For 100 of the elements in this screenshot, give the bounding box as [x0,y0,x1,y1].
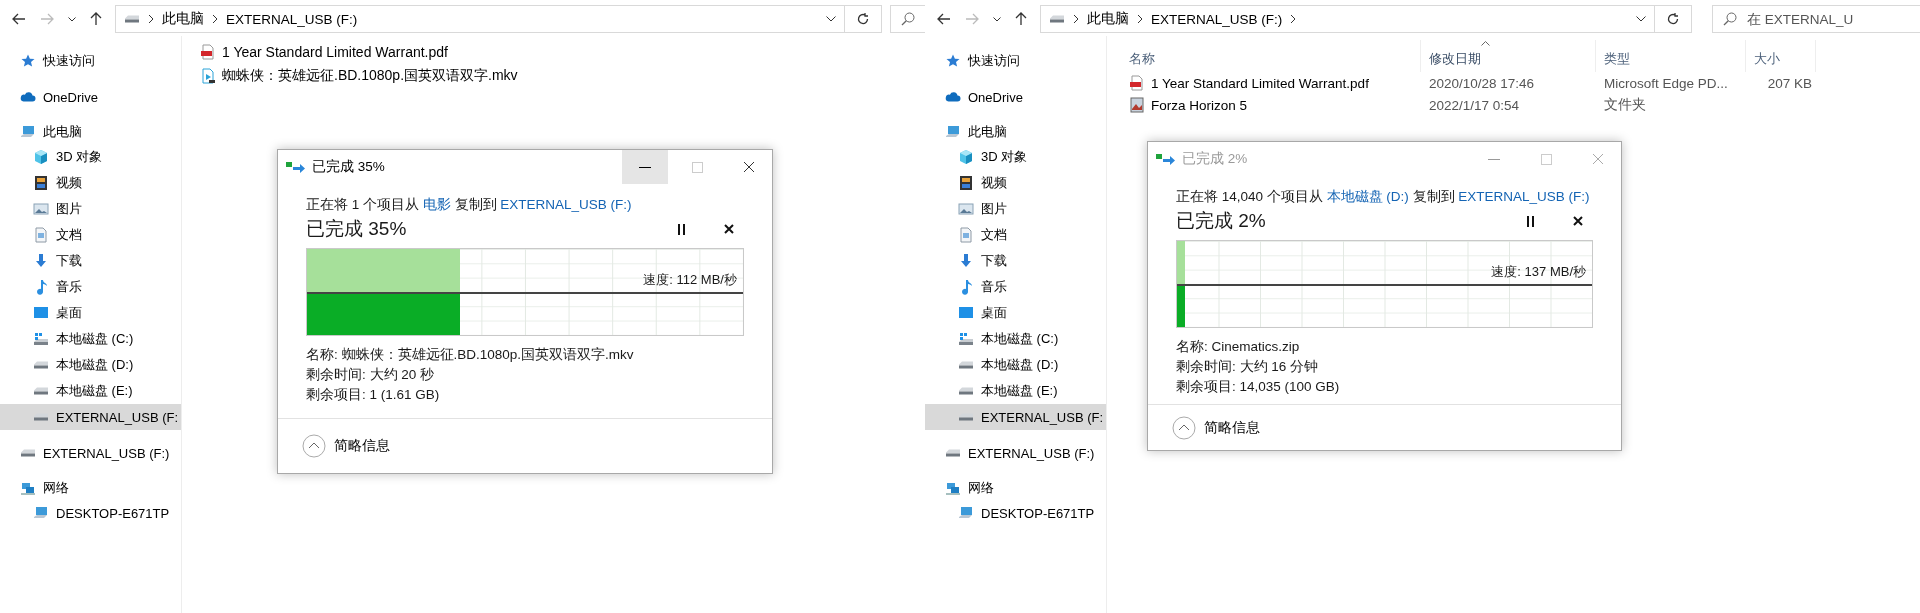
dialog-title: 已完成 35% [312,158,386,176]
sidebar-item[interactable]: DESKTOP-E671TP [0,500,181,526]
sidebar-item[interactable]: EXTERNAL_USB (F:) [925,439,1106,465]
chevron-down-icon[interactable] [993,16,1001,22]
sidebar-item[interactable]: 本地磁盘 (C:) [925,326,1106,352]
close-icon [1592,153,1604,165]
sidebar-item[interactable]: 下载 [0,248,181,274]
sidebar-item[interactable]: 音乐 [925,274,1106,300]
desktop-icon [958,305,974,321]
sidebar-item[interactable]: 本地磁盘 (D:) [925,352,1106,378]
sidebar-item[interactable]: 文档 [0,222,181,248]
address-bar[interactable]: 此电脑 EXTERNAL_USB (F:) [115,5,845,33]
location-link[interactable]: 本地磁盘 (D:) [1326,189,1409,204]
sidebar-item[interactable]: 本地磁盘 (E:) [0,378,181,404]
star-icon [945,53,961,69]
drive-icon [945,449,961,457]
maximize-icon [691,161,703,173]
sidebar-item[interactable]: 3D 对象 [0,144,181,170]
document-icon [33,227,49,243]
sidebar-item[interactable]: 音乐 [0,274,181,300]
sidebar-item[interactable]: EXTERNAL_USB (F: [0,404,181,430]
detail-line: 剩余项目: 1 (1.61 GB) [306,386,441,404]
sidebar-item[interactable]: OneDrive [925,83,1106,109]
sidebar-item[interactable]: 本地磁盘 (E:) [925,378,1106,404]
sidebar-item[interactable]: OneDrive [0,83,181,109]
up-arrow-icon[interactable] [1015,12,1027,26]
video-file-icon [200,68,216,84]
sidebar-item[interactable]: 3D 对象 [925,144,1106,170]
sidebar-item[interactable]: 文档 [925,222,1106,248]
computer-icon [945,124,961,140]
network-icon [945,480,961,496]
sidebar-item[interactable]: DESKTOP-E671TP [925,500,1106,526]
drive-icon [958,413,974,421]
pause-icon [677,223,685,235]
breadcrumb-link[interactable]: 此电脑 [1087,10,1129,28]
chevron-down-icon[interactable] [68,16,76,22]
breadcrumb-link[interactable]: EXTERNAL_USB (F:) [226,11,358,27]
download-arrow-icon [33,253,49,269]
sidebar-item[interactable]: 下载 [925,248,1106,274]
fewer-details-button[interactable]: 简略信息 [1172,415,1260,440]
search-field[interactable] [890,5,925,33]
progress-heading: 已完成 2% [1176,209,1267,233]
file-name[interactable]: 1 Year Standard Limited Warrant.pdf [222,44,448,60]
download-arrow-icon [958,253,974,269]
sidebar-item[interactable]: 此电脑 [925,118,1106,144]
drive-icon [33,387,49,395]
location-link[interactable]: 电影 [422,197,451,212]
drive-icon [33,331,49,347]
file-name[interactable]: Forza Horizon 5 [1151,97,1248,113]
close-icon [1573,216,1583,226]
sidebar-item[interactable]: 快速访问 [0,48,181,74]
sidebar-item[interactable]: EXTERNAL_USB (F:) [0,439,181,465]
sidebar-item[interactable]: 网络 [0,474,181,500]
speed-label: 速度: 137 MB/秒 [1491,263,1586,281]
back-arrow-icon[interactable] [12,13,26,25]
file-name[interactable]: 1 Year Standard Limited Warrant.pdf [1151,75,1369,91]
table-cell: Microsoft Edge PD... [1604,75,1728,91]
sidebar-item[interactable]: 快速访问 [925,48,1106,74]
search-field[interactable]: 在 EXTERNAL_U [1712,5,1920,33]
sidebar-item[interactable]: 桌面 [925,300,1106,326]
column-header[interactable]: 大小 [1746,40,1816,72]
sidebar-item[interactable]: 本地磁盘 (D:) [0,352,181,378]
fewer-details-button[interactable]: 简略信息 [302,434,390,458]
chevron-down-icon[interactable] [1636,16,1646,22]
sidebar-item[interactable]: 图片 [925,196,1106,222]
search-icon [901,12,915,26]
copy-description: 正在将 14,040 个项目从 本地磁盘 (D:) 复制到 EXTERNAL_USB (F:) [1176,188,1591,206]
breadcrumb-link[interactable]: 此电脑 [162,10,204,28]
sort-caret-icon [1481,41,1490,46]
copy-description: 正在将 1 个项目从 电影 复制到 EXTERNAL_USB (F:) [306,196,633,214]
dialog-title: 已完成 2% [1182,150,1249,168]
search-icon [1723,12,1737,26]
breadcrumb-link[interactable]: EXTERNAL_USB (F:) [1151,11,1283,27]
file-name[interactable]: 蜘蛛侠：英雄远征.BD.1080p.国英双语双字.mkv [222,67,518,85]
sidebar-item[interactable]: 桌面 [0,300,181,326]
up-arrow-icon[interactable] [90,12,102,26]
address-bar[interactable]: 此电脑 EXTERNAL_USB (F:) [1040,5,1655,33]
column-header[interactable]: 名称 [1121,40,1421,72]
sidebar-item[interactable]: 视频 [0,170,181,196]
location-link[interactable]: EXTERNAL_USB (F:) [500,197,632,212]
chevron-down-icon[interactable] [826,16,836,22]
speed-label: 速度: 112 MB/秒 [643,271,737,289]
film-icon [958,175,974,191]
chevron-right-icon [212,14,218,24]
sidebar-item[interactable]: EXTERNAL_USB (F: [925,404,1106,430]
sidebar-item[interactable]: 网络 [925,474,1106,500]
drive-icon [958,331,974,347]
column-header[interactable]: 类型 [1596,40,1746,72]
refresh-button[interactable] [1655,5,1692,33]
column-header[interactable]: 修改日期 [1421,40,1596,72]
chevron-right-icon [148,14,154,24]
sidebar-item[interactable]: 此电脑 [0,118,181,144]
computer-icon [20,124,36,140]
sidebar-item[interactable]: 本地磁盘 (C:) [0,326,181,352]
refresh-button[interactable] [845,5,882,33]
back-arrow-icon[interactable] [937,13,951,25]
desktop-icon [33,305,49,321]
sidebar-item[interactable]: 图片 [0,196,181,222]
sidebar-item[interactable]: 视频 [925,170,1106,196]
location-link[interactable]: EXTERNAL_USB (F:) [1458,189,1590,204]
